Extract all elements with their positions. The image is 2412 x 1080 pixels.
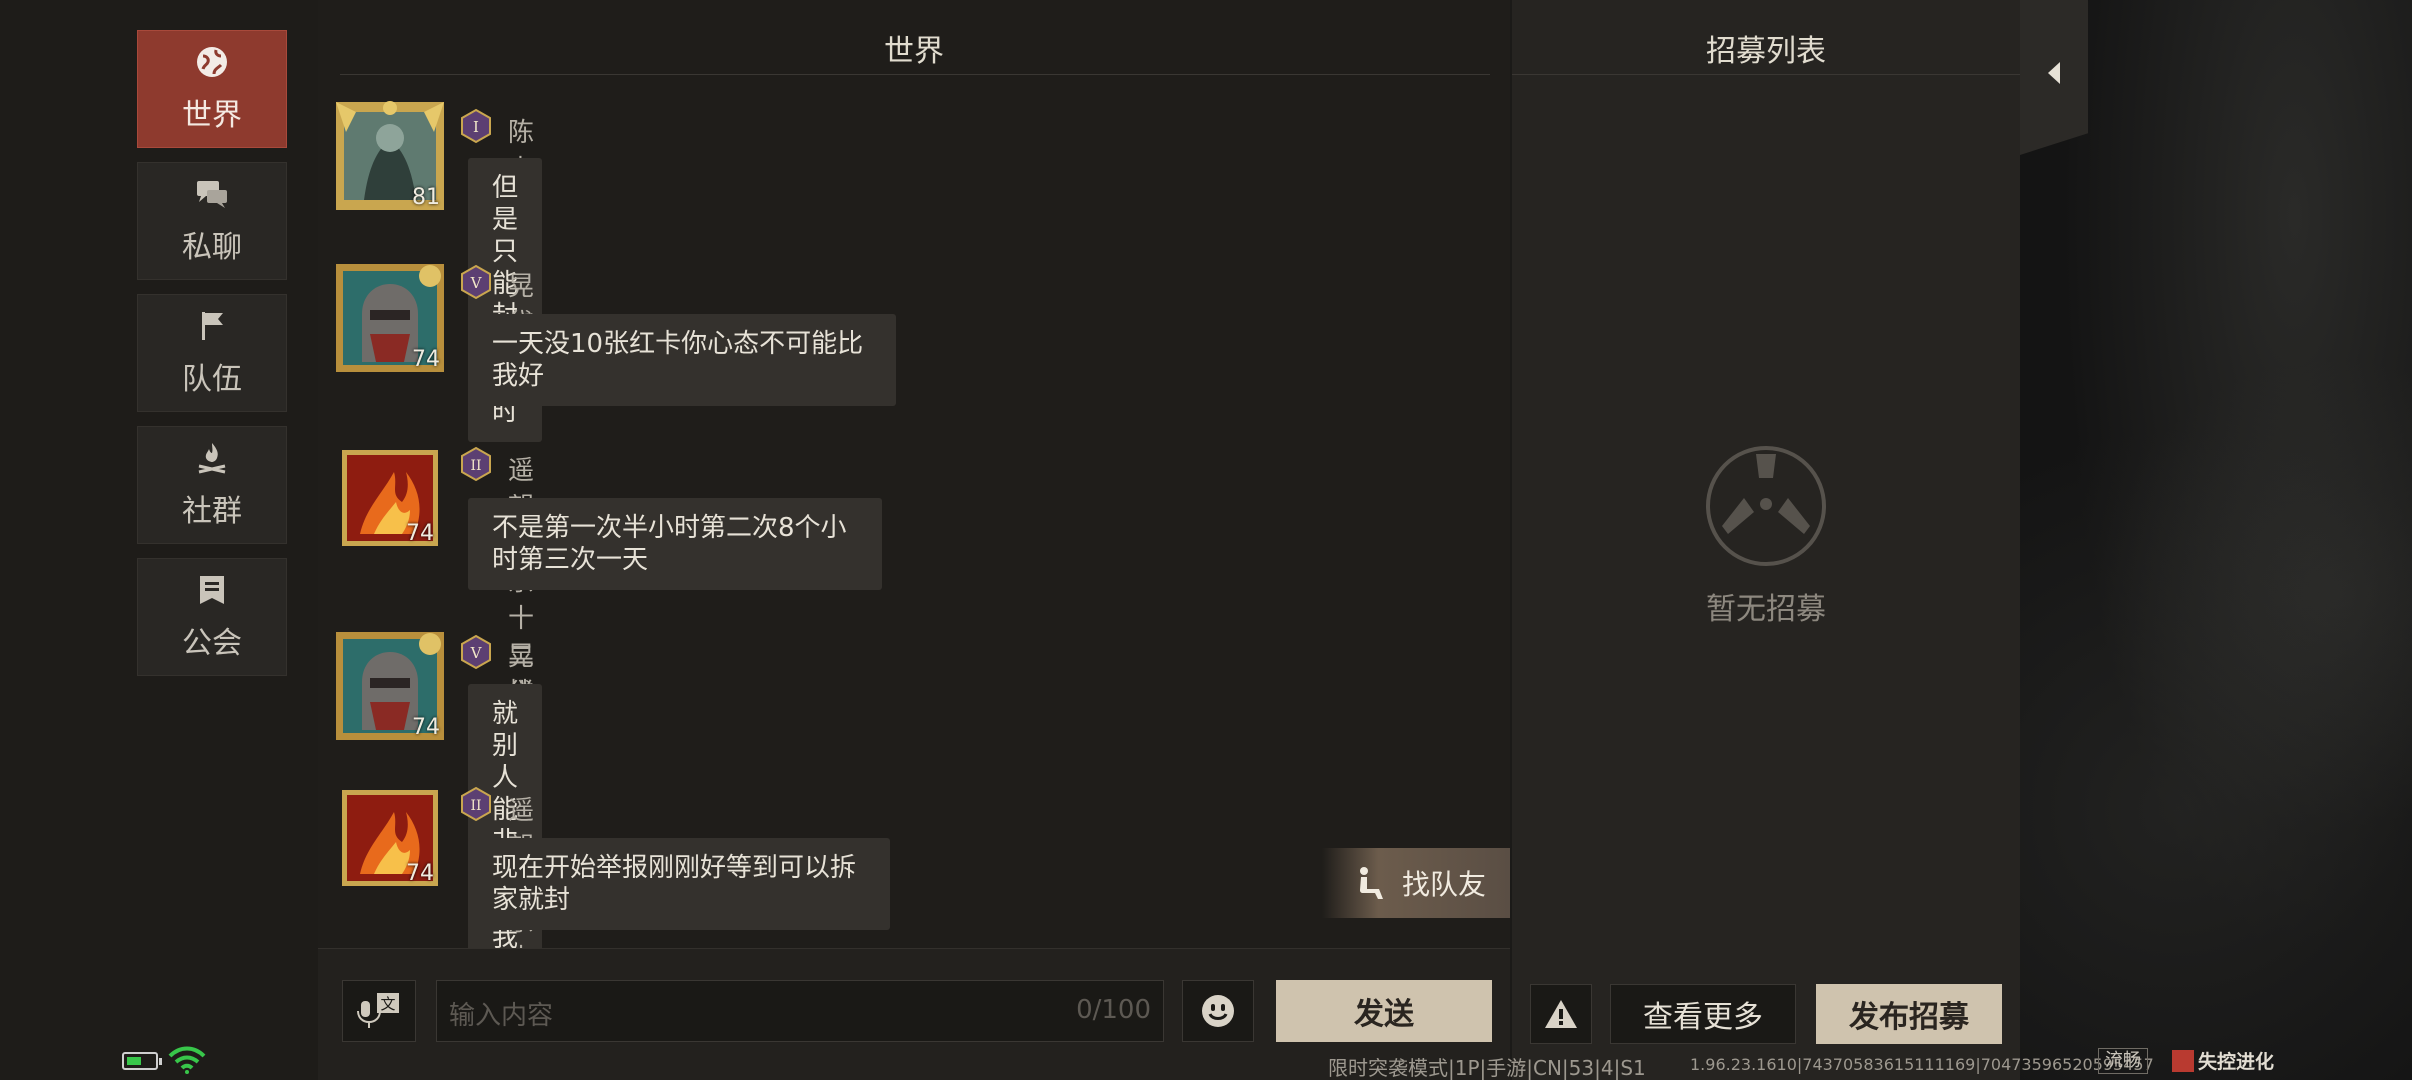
sidebar-item-label: 队伍: [182, 362, 242, 397]
report-button[interactable]: [1530, 984, 1592, 1044]
rank-badge-icon: V: [461, 264, 491, 300]
rank-badge-icon: V: [461, 634, 491, 670]
chat-category-sidebar: 世界 私聊 队伍 社群 公会: [0, 0, 318, 1080]
avatar-level: 74: [406, 861, 434, 886]
recruit-title: 招募列表: [1706, 34, 1826, 69]
seated-person-icon: [1359, 867, 1383, 899]
voice-translate-icon: 文: [357, 993, 399, 1028]
flag-icon: [202, 312, 223, 340]
wifi-icon: [168, 1046, 206, 1074]
avatar-level: 74: [406, 521, 434, 546]
character-counter: 0/100: [1076, 995, 1151, 1025]
sidebar-item-community[interactable]: 社群: [137, 426, 287, 544]
game-mode-status: 限时突袭模式|1P|手游|CN|53|4|S1: [1328, 1056, 1646, 1080]
chat-bubbles-icon: [197, 181, 227, 208]
divider: [340, 74, 1490, 75]
sidebar-item-team[interactable]: 队伍: [137, 294, 287, 412]
sidebar-item-private-chat[interactable]: 私聊: [137, 162, 287, 280]
send-button[interactable]: 发送: [1276, 980, 1492, 1042]
logo-mark-icon: [2172, 1049, 2194, 1072]
avatar-level: 81: [412, 185, 440, 210]
chat-title: 世界: [884, 34, 944, 69]
rank-numeral: II: [470, 798, 481, 814]
network-status-badge: 流畅: [2098, 1048, 2148, 1074]
sidebar-item-label: 世界: [182, 98, 242, 133]
find-teammate-button[interactable]: 找队友: [1322, 848, 1510, 918]
game-logo-text: 失控进化: [2198, 1051, 2275, 1073]
message-bubble: 不是第一次半小时第二次8个小时第三次一天: [468, 498, 882, 590]
chevron-left-icon: [2048, 62, 2060, 84]
sidebar-item-label: 社群: [182, 494, 242, 529]
avatar[interactable]: 81: [334, 100, 446, 212]
input-placeholder: 输入内容: [449, 1001, 554, 1031]
avatar[interactable]: 74: [340, 448, 440, 548]
publish-recruit-button[interactable]: 发布招募: [1816, 984, 2002, 1044]
game-background: [2020, 0, 2412, 1080]
avatar-level: 74: [412, 347, 440, 372]
rank-numeral: I: [473, 118, 479, 136]
collapse-panel-button[interactable]: [2020, 0, 2088, 155]
sidebar-item-world[interactable]: 世界: [137, 30, 287, 148]
world-chat-panel: 世界 81 I 陈卡安 但是只能封半小时: [318, 0, 1510, 1080]
sidebar-item-label: 公会: [182, 626, 242, 661]
rank-numeral: II: [470, 458, 481, 474]
view-more-button[interactable]: 查看更多: [1610, 984, 1796, 1044]
find-teammate-label: 找队友: [1401, 868, 1486, 901]
rank-badge-icon: II: [461, 446, 491, 482]
sidebar-item-label: 私聊: [182, 230, 242, 265]
message-bubble: 一天没10张红卡你心态不可能比我好: [468, 314, 896, 406]
campfire-icon: [198, 443, 226, 474]
rank-numeral: V: [470, 644, 483, 662]
sidebar-item-guild[interactable]: 公会: [137, 558, 287, 676]
avatar-level: 74: [412, 715, 440, 740]
avatar[interactable]: 74: [334, 630, 446, 742]
build-version-text: 1.96.23.1610|74370583615111169|704735965…: [1690, 1055, 2154, 1074]
smiley-face-icon: [1202, 995, 1234, 1027]
rank-numeral: V: [470, 274, 483, 292]
svg-text:文: 文: [380, 995, 395, 1013]
avatar[interactable]: 74: [334, 262, 446, 374]
message-bubble: 现在开始举报刚刚好等到可以拆家就封: [468, 838, 890, 930]
empty-recruit-icon: [1706, 446, 1826, 566]
game-logo: 失控进化: [2172, 1047, 2274, 1074]
empty-recruit-text: 暂无招募: [1706, 592, 1826, 627]
warning-icon: [1545, 1000, 1577, 1028]
chat-message-input[interactable]: 输入内容 0/100: [436, 980, 1164, 1042]
battery-icon: [122, 1052, 162, 1070]
rank-badge-icon: I: [461, 108, 491, 144]
emoji-button[interactable]: [1182, 980, 1254, 1042]
avatar[interactable]: 74: [340, 788, 440, 888]
voice-to-text-button[interactable]: 文: [342, 980, 416, 1042]
globe-icon: [197, 47, 227, 77]
guild-banner-icon: [200, 576, 224, 604]
rank-badge-icon: II: [461, 786, 491, 822]
divider: [1512, 74, 2020, 75]
